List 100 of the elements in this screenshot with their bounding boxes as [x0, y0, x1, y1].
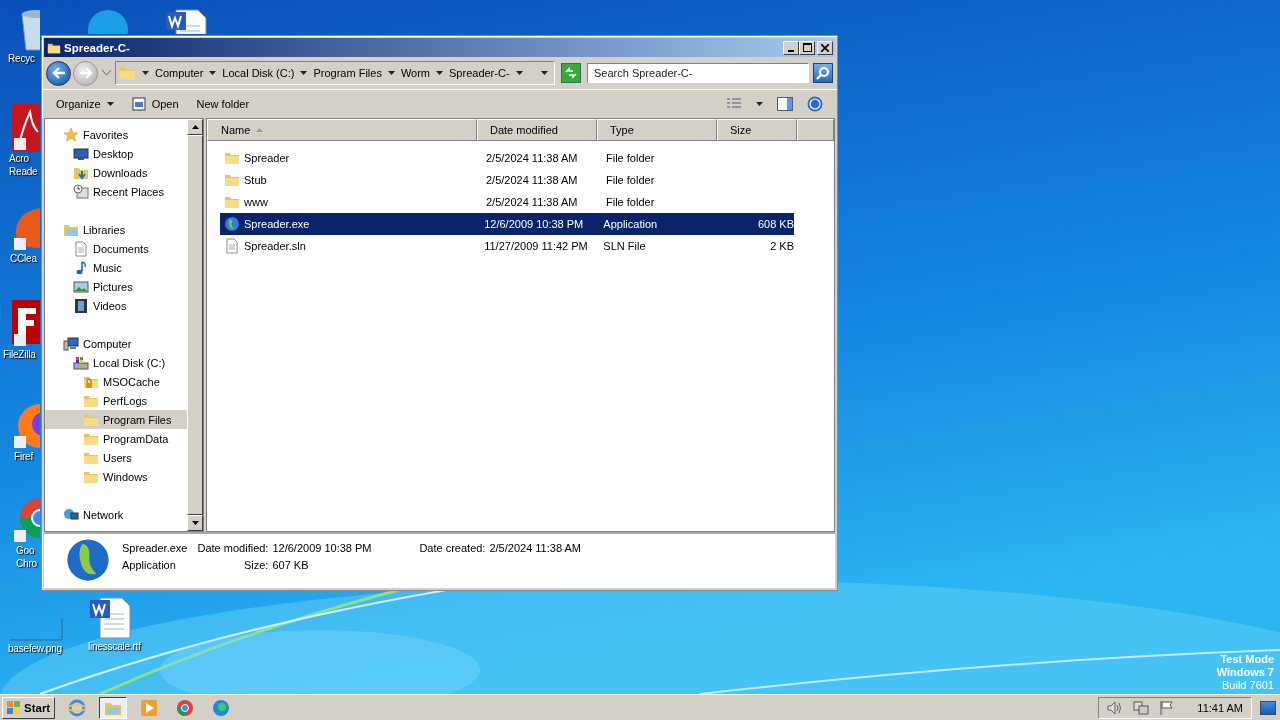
dropdown-caret-icon[interactable] [541, 71, 548, 75]
breadcrumb[interactable]: Program Files [313, 67, 382, 79]
system-watermark-text: Build 7601 [1222, 679, 1274, 692]
desktop-icon-label: Chro [16, 557, 37, 570]
column-header[interactable]: Type [597, 119, 717, 141]
nav-item[interactable]: MSOCache [45, 372, 187, 391]
disk-drive-icon [73, 354, 89, 371]
taskbar-app-button[interactable] [99, 696, 128, 719]
file-row[interactable]: Spreader.exe 12/6/2009 10:38 PM Application 608 KB [220, 213, 794, 235]
preview-pane-icon[interactable] [777, 97, 793, 111]
network-icon[interactable] [1133, 700, 1150, 715]
word-document-icon[interactable] [88, 596, 132, 640]
breadcrumb[interactable]: Local Disk (C:) [222, 67, 295, 79]
file-name: www [220, 194, 482, 210]
file-row[interactable]: www 2/5/2024 11:38 AM File folder [220, 191, 794, 213]
down-arrow-icon [191, 521, 199, 525]
caret-icon[interactable] [515, 71, 523, 75]
scroll-down-button[interactable] [187, 515, 203, 531]
type-cell-text: Application [603, 218, 659, 230]
folder-icon [224, 194, 240, 210]
size-cell-text: 608 KB [756, 218, 794, 230]
maximize-icon [802, 43, 812, 52]
file-name: Spreader.exe [220, 216, 481, 232]
new-folder-button[interactable]: New folder [194, 96, 252, 112]
history-caret-icon[interactable] [102, 70, 111, 76]
organize-button[interactable]: Organize [54, 96, 116, 112]
desktop-icon-label: CClea [10, 252, 37, 265]
desktop-icon-label: Goo [16, 544, 35, 557]
file-row[interactable]: Stub 2/5/2024 11:38 AM File folder [220, 169, 794, 191]
file-row[interactable]: Spreader.sln 11/27/2009 11:42 PM SLN File 2 KB [220, 235, 794, 257]
system-watermark-text: Test Mode [1220, 653, 1274, 666]
chat-app-icon[interactable] [86, 8, 130, 34]
ftp-app-icon[interactable] [12, 300, 40, 348]
help-icon[interactable] [807, 96, 823, 112]
nav-item[interactable]: ProgramData [45, 429, 187, 448]
speaker-icon[interactable] [1107, 700, 1124, 715]
show-desktop-button[interactable] [1260, 700, 1276, 715]
film-icon [73, 297, 89, 314]
column-header[interactable]: Date modified [477, 119, 597, 141]
flag-icon[interactable] [1159, 700, 1176, 715]
type-cell-text: File folder [606, 152, 656, 164]
nav-item[interactable]: Users [45, 448, 187, 467]
up-arrow-icon [191, 125, 199, 129]
start-button[interactable]: Start [2, 696, 56, 719]
nav-item[interactable]: Documents [45, 239, 187, 258]
window-title: Spreader-C- [64, 41, 130, 54]
search-field[interactable]: Search Spreader-C- [587, 63, 809, 83]
desktop-icon-label: FileZilla [3, 348, 36, 361]
document-icon [224, 238, 240, 254]
dropdown-caret-icon[interactable] [756, 102, 763, 106]
monitor-icon [73, 145, 89, 162]
column-header[interactable]: Name [207, 119, 477, 141]
field-value: 2/5/2024 11:38 AM [489, 542, 581, 554]
nav-item[interactable]: Computer [45, 334, 187, 353]
refresh-button[interactable] [561, 63, 581, 83]
nav-item[interactable]: Local Disk (C:) [45, 353, 187, 372]
folder-icon [118, 64, 136, 82]
desktop-icon-label: Recyc [8, 52, 35, 65]
clock[interactable]: 11:41 AM [1197, 701, 1243, 714]
globe-icon [66, 538, 110, 582]
caret-icon[interactable] [436, 71, 444, 75]
search-button[interactable] [813, 63, 833, 83]
system-watermark-text: Windows 7 [1216, 666, 1274, 679]
size-cell-text: 2 KB [769, 240, 794, 252]
nav-item[interactable]: Videos [45, 296, 187, 315]
nav-item[interactable]: Program Files [45, 410, 187, 429]
back-button[interactable] [46, 60, 71, 86]
breadcrumb[interactable]: Computer [155, 67, 204, 79]
caret-icon[interactable] [387, 71, 395, 75]
file-row[interactable]: Spreader 2/5/2024 11:38 AM File folder [220, 147, 794, 169]
file-name: Spreader [220, 150, 482, 166]
pdf-app-icon[interactable] [12, 104, 40, 152]
breadcrumb[interactable]: Worm [400, 67, 431, 79]
nav-item[interactable]: Pictures [45, 277, 187, 296]
caret-icon[interactable] [300, 71, 308, 75]
scroll-up-button[interactable] [187, 119, 203, 135]
caret-icon[interactable] [209, 71, 217, 75]
nav-item[interactable]: Network [45, 505, 187, 524]
address-bar[interactable]: Computer Local Disk (C:) Program Files Worm Spreader-C- [115, 61, 555, 85]
nav-item[interactable]: Libraries [45, 220, 187, 239]
maximize-button[interactable] [799, 40, 815, 55]
nav-item[interactable]: Music [45, 258, 187, 277]
nav-item[interactable]: Favorites [45, 125, 187, 144]
close-button[interactable] [817, 40, 833, 55]
nav-item[interactable]: Desktop [45, 144, 187, 163]
browser-e-icon [68, 698, 87, 717]
close-icon [821, 43, 829, 52]
nav-item[interactable]: PerfLogs [45, 391, 187, 410]
field-label: Date created: [418, 542, 486, 554]
type-cell-text: File folder [606, 174, 656, 186]
type-cell-text: File folder [606, 196, 656, 208]
breadcrumb[interactable]: Spreader-C- [449, 67, 510, 79]
caret-icon[interactable] [142, 71, 149, 75]
nav-item[interactable]: Recent Places [45, 182, 187, 201]
window-icon [131, 97, 146, 111]
nav-item[interactable]: Windows [45, 467, 187, 486]
minimize-button[interactable] [783, 40, 799, 55]
nav-item[interactable]: Downloads [45, 163, 187, 182]
column-header[interactable]: Size [717, 119, 797, 141]
open-button[interactable]: Open [129, 95, 181, 113]
